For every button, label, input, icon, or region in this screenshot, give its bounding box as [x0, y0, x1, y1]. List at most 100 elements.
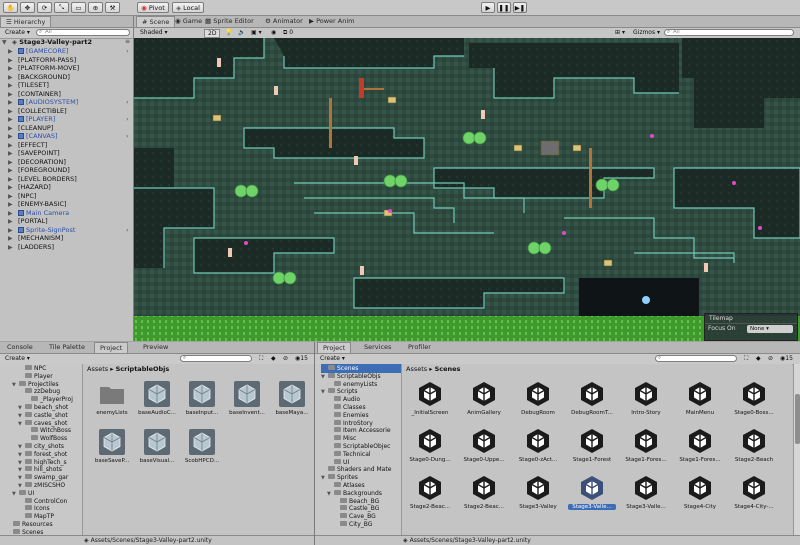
scene-visibility-toggle[interactable]: ◉	[268, 29, 279, 37]
scene-asset-item[interactable]: AnimGallery	[460, 376, 508, 423]
folder-item[interactable]: City_BG	[333, 520, 372, 529]
audio-toggle[interactable]: 🔈	[235, 29, 248, 37]
prefab-open-icon[interactable]: ›	[126, 132, 129, 141]
play-button[interactable]: ▶	[481, 2, 495, 13]
shading-dropdown[interactable]: Shaded ▾	[137, 29, 171, 37]
prefab-open-icon[interactable]: ›	[126, 115, 129, 124]
scene-asset-item[interactable]: Stage3-Valle...	[622, 470, 670, 517]
local-toggle[interactable]: ◈ Local	[172, 2, 204, 13]
scene-search-input[interactable]: ⌕ All	[664, 29, 794, 36]
pivot-toggle[interactable]: ◉ Pivot	[137, 2, 169, 13]
scene-asset-item[interactable]: Stage2-Beac...	[406, 470, 454, 517]
prefab-open-icon[interactable]: ›	[126, 47, 129, 56]
scene-viewport[interactable]	[134, 38, 800, 341]
scene-asset-item[interactable]: Stage1-Forest	[568, 423, 616, 470]
folder-item[interactable]: Scenes	[6, 528, 43, 535]
pause-button[interactable]: ❚❚	[497, 2, 511, 13]
eye-toggle-icon[interactable]: ⊘	[765, 355, 776, 363]
focus-on-dropdown[interactable]: None ▾	[747, 325, 793, 333]
breadcrumb-current[interactable]: ScriptableObjs	[116, 365, 170, 373]
scene-asset-item[interactable]: Stage4-City-...	[730, 470, 778, 517]
effects-toggle[interactable]: ▣ ▾	[248, 29, 265, 37]
expand-arrow-icon[interactable]: ▶	[8, 243, 18, 252]
scene-asset-item[interactable]: Stage2-Beac...	[460, 470, 508, 517]
prefab-open-icon[interactable]: ›	[126, 226, 129, 235]
asset-item[interactable]: baseSaveP...	[88, 424, 136, 471]
scene-asset-item[interactable]: Stage0-Boss...	[730, 376, 778, 423]
hierarchy-item[interactable]: ▶ [LADDERS]	[8, 243, 54, 252]
breadcrumb-assets[interactable]: Assets	[406, 365, 427, 373]
asset-item[interactable]: baseVisual...	[133, 424, 181, 471]
scrollbar-thumb[interactable]	[795, 394, 800, 444]
hand-tool-button[interactable]: ✋	[3, 2, 18, 13]
create-dropdown-left[interactable]: Create ▾	[2, 355, 33, 363]
scene-asset-item[interactable]: DebugRoomT...	[568, 376, 616, 423]
custom-tool-button[interactable]: ⚒	[105, 2, 120, 13]
asset-scrollbar-right[interactable]	[793, 364, 800, 535]
filter-label-icon[interactable]: ◆	[268, 355, 279, 363]
tab-project[interactable]: Project	[317, 342, 352, 353]
rotate-tool-button[interactable]: ⟳	[37, 2, 52, 13]
tab-hierarchy[interactable]: ☰ Hierarchy	[0, 16, 52, 27]
scriptable-object-icon	[233, 380, 261, 408]
create-dropdown-right[interactable]: Create ▾	[317, 355, 348, 363]
scene-asset-item[interactable]: Stage1-Fores...	[622, 423, 670, 470]
scene-asset-item[interactable]: Stage2-Beach	[730, 423, 778, 470]
scene-asset-item[interactable]: Stage0-zAct...	[514, 423, 562, 470]
scene-asset-item[interactable]: Stage3-Valle...	[568, 470, 616, 517]
asset-item[interactable]: enemyLists	[88, 376, 136, 423]
asset-item[interactable]: baseMaya...	[268, 376, 316, 423]
transform-tool-button[interactable]: ⊕	[88, 2, 103, 13]
asset-item[interactable]: baseInvent...	[223, 376, 271, 423]
tab-tile-palette[interactable]: Tile Palette	[44, 342, 90, 353]
breadcrumb-assets[interactable]: Assets	[87, 365, 108, 373]
prefab-open-icon[interactable]: ›	[126, 98, 129, 107]
tab-power-anim[interactable]: ▶ Power Anim	[304, 16, 360, 27]
asset-item[interactable]: baseAudioC...	[133, 376, 181, 423]
gizmos-dropdown[interactable]: Gizmos ▾	[630, 29, 663, 37]
project-search-input-right[interactable]: ⌕	[655, 355, 737, 362]
tab-console[interactable]: Console	[2, 342, 38, 353]
rect-tool-button[interactable]: ▭	[71, 2, 86, 13]
hierarchy-item-label: [MECHANISM]	[18, 234, 64, 242]
scene-asset-label: DebugRoom	[521, 410, 555, 416]
create-dropdown[interactable]: Create ▾	[2, 29, 33, 37]
move-tool-button[interactable]: ✥	[20, 2, 35, 13]
scene-asset-item[interactable]: DebugRoom	[514, 376, 562, 423]
scene-asset-item[interactable]: Intro-Story	[622, 376, 670, 423]
asset-item[interactable]: ScobHPCD...	[178, 424, 226, 471]
scene-asset-item[interactable]: Stage4-City	[676, 470, 724, 517]
asset-item[interactable]: baseInput...	[178, 376, 226, 423]
tab-label: Console	[7, 343, 33, 351]
scene-asset-item[interactable]: Stage3-Valley	[514, 470, 562, 517]
scale-tool-button[interactable]: ⤡	[54, 2, 69, 13]
scene-asset-item[interactable]: Stage0-Uppe...	[460, 423, 508, 470]
scene-asset-item[interactable]: Stage1-Fores...	[676, 423, 724, 470]
scene-asset-item[interactable]: MainMenu	[676, 376, 724, 423]
scene-root-label: ▼ ◈ Stage3-Valley-part2	[2, 38, 92, 47]
tab-preview[interactable]: Preview	[138, 342, 173, 353]
filter-type-icon[interactable]: ⛶	[741, 355, 751, 363]
scene-asset-item[interactable]: Stage0-Dung...	[406, 423, 454, 470]
lighting-toggle[interactable]: 💡	[222, 29, 235, 37]
tab-profiler[interactable]: Profiler	[403, 342, 436, 353]
tab-sprite-editor[interactable]: ▦ Sprite Editor	[200, 16, 259, 27]
scene-settings-button[interactable]: ⊞ ▾	[612, 29, 628, 37]
unity-scene-icon	[416, 474, 444, 502]
scene-menu-icon[interactable]: ≡	[125, 38, 130, 45]
project-search-input-left[interactable]: ⌕	[180, 355, 252, 362]
scene-root-row[interactable]: ▼ ◈ Stage3-Valley-part2 ≡	[0, 38, 133, 47]
tab-animator[interactable]: ⚙ Animator	[260, 16, 308, 27]
filter-type-icon[interactable]: ⛶	[256, 355, 266, 363]
tab-project[interactable]: Project	[94, 342, 129, 353]
folder-icon	[328, 372, 335, 378]
eye-toggle-icon[interactable]: ⊘	[280, 355, 291, 363]
breadcrumb-current[interactable]: Scenes	[435, 365, 461, 373]
tab-services[interactable]: Services	[359, 342, 396, 353]
scene-asset-item[interactable]: _InitialScreen	[406, 376, 454, 423]
hierarchy-search-input[interactable]: ⌕ All	[36, 29, 130, 36]
filter-label-icon[interactable]: ◆	[753, 355, 764, 363]
step-button[interactable]: ▶❚	[513, 2, 527, 13]
hierarchy-item-label: [BACKGROUND]	[18, 72, 70, 81]
toggle-2d-button[interactable]: 2D	[204, 29, 221, 38]
